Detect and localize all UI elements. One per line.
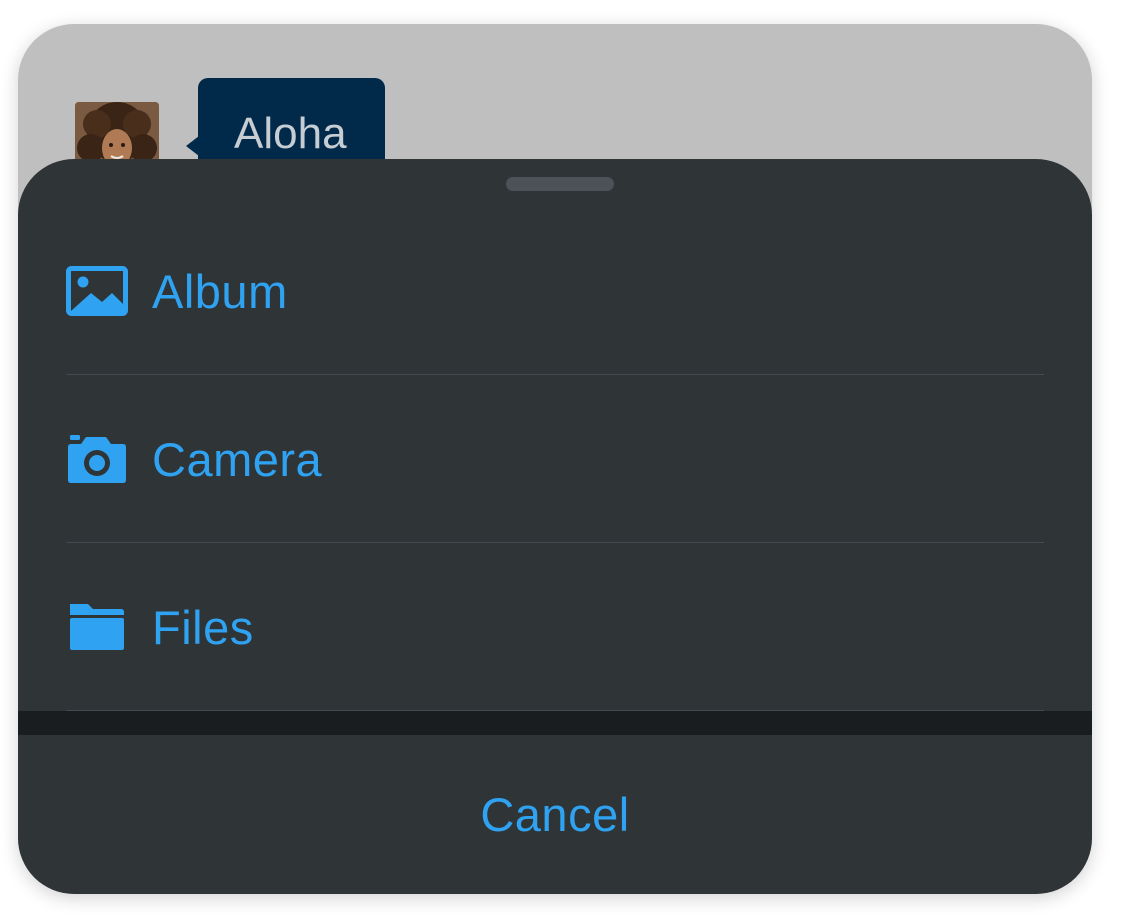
- option-album-label: Album: [152, 264, 288, 318]
- image-icon: [66, 261, 152, 321]
- option-files[interactable]: Files: [66, 543, 1044, 711]
- message-text: Aloha: [234, 109, 347, 158]
- cancel-label: Cancel: [480, 788, 630, 841]
- option-camera[interactable]: Camera: [66, 375, 1044, 543]
- option-camera-label: Camera: [152, 432, 323, 486]
- screen-frame: Aloha Album Camera Files Cancel: [18, 24, 1092, 894]
- section-separator: [18, 711, 1092, 735]
- cancel-button[interactable]: Cancel: [18, 735, 1092, 894]
- option-album[interactable]: Album: [66, 207, 1044, 375]
- action-sheet: Album Camera Files Cancel: [18, 159, 1092, 894]
- folder-icon: [66, 597, 152, 657]
- camera-icon: [66, 429, 152, 489]
- sheet-grabber[interactable]: [506, 177, 614, 191]
- option-files-label: Files: [152, 600, 254, 654]
